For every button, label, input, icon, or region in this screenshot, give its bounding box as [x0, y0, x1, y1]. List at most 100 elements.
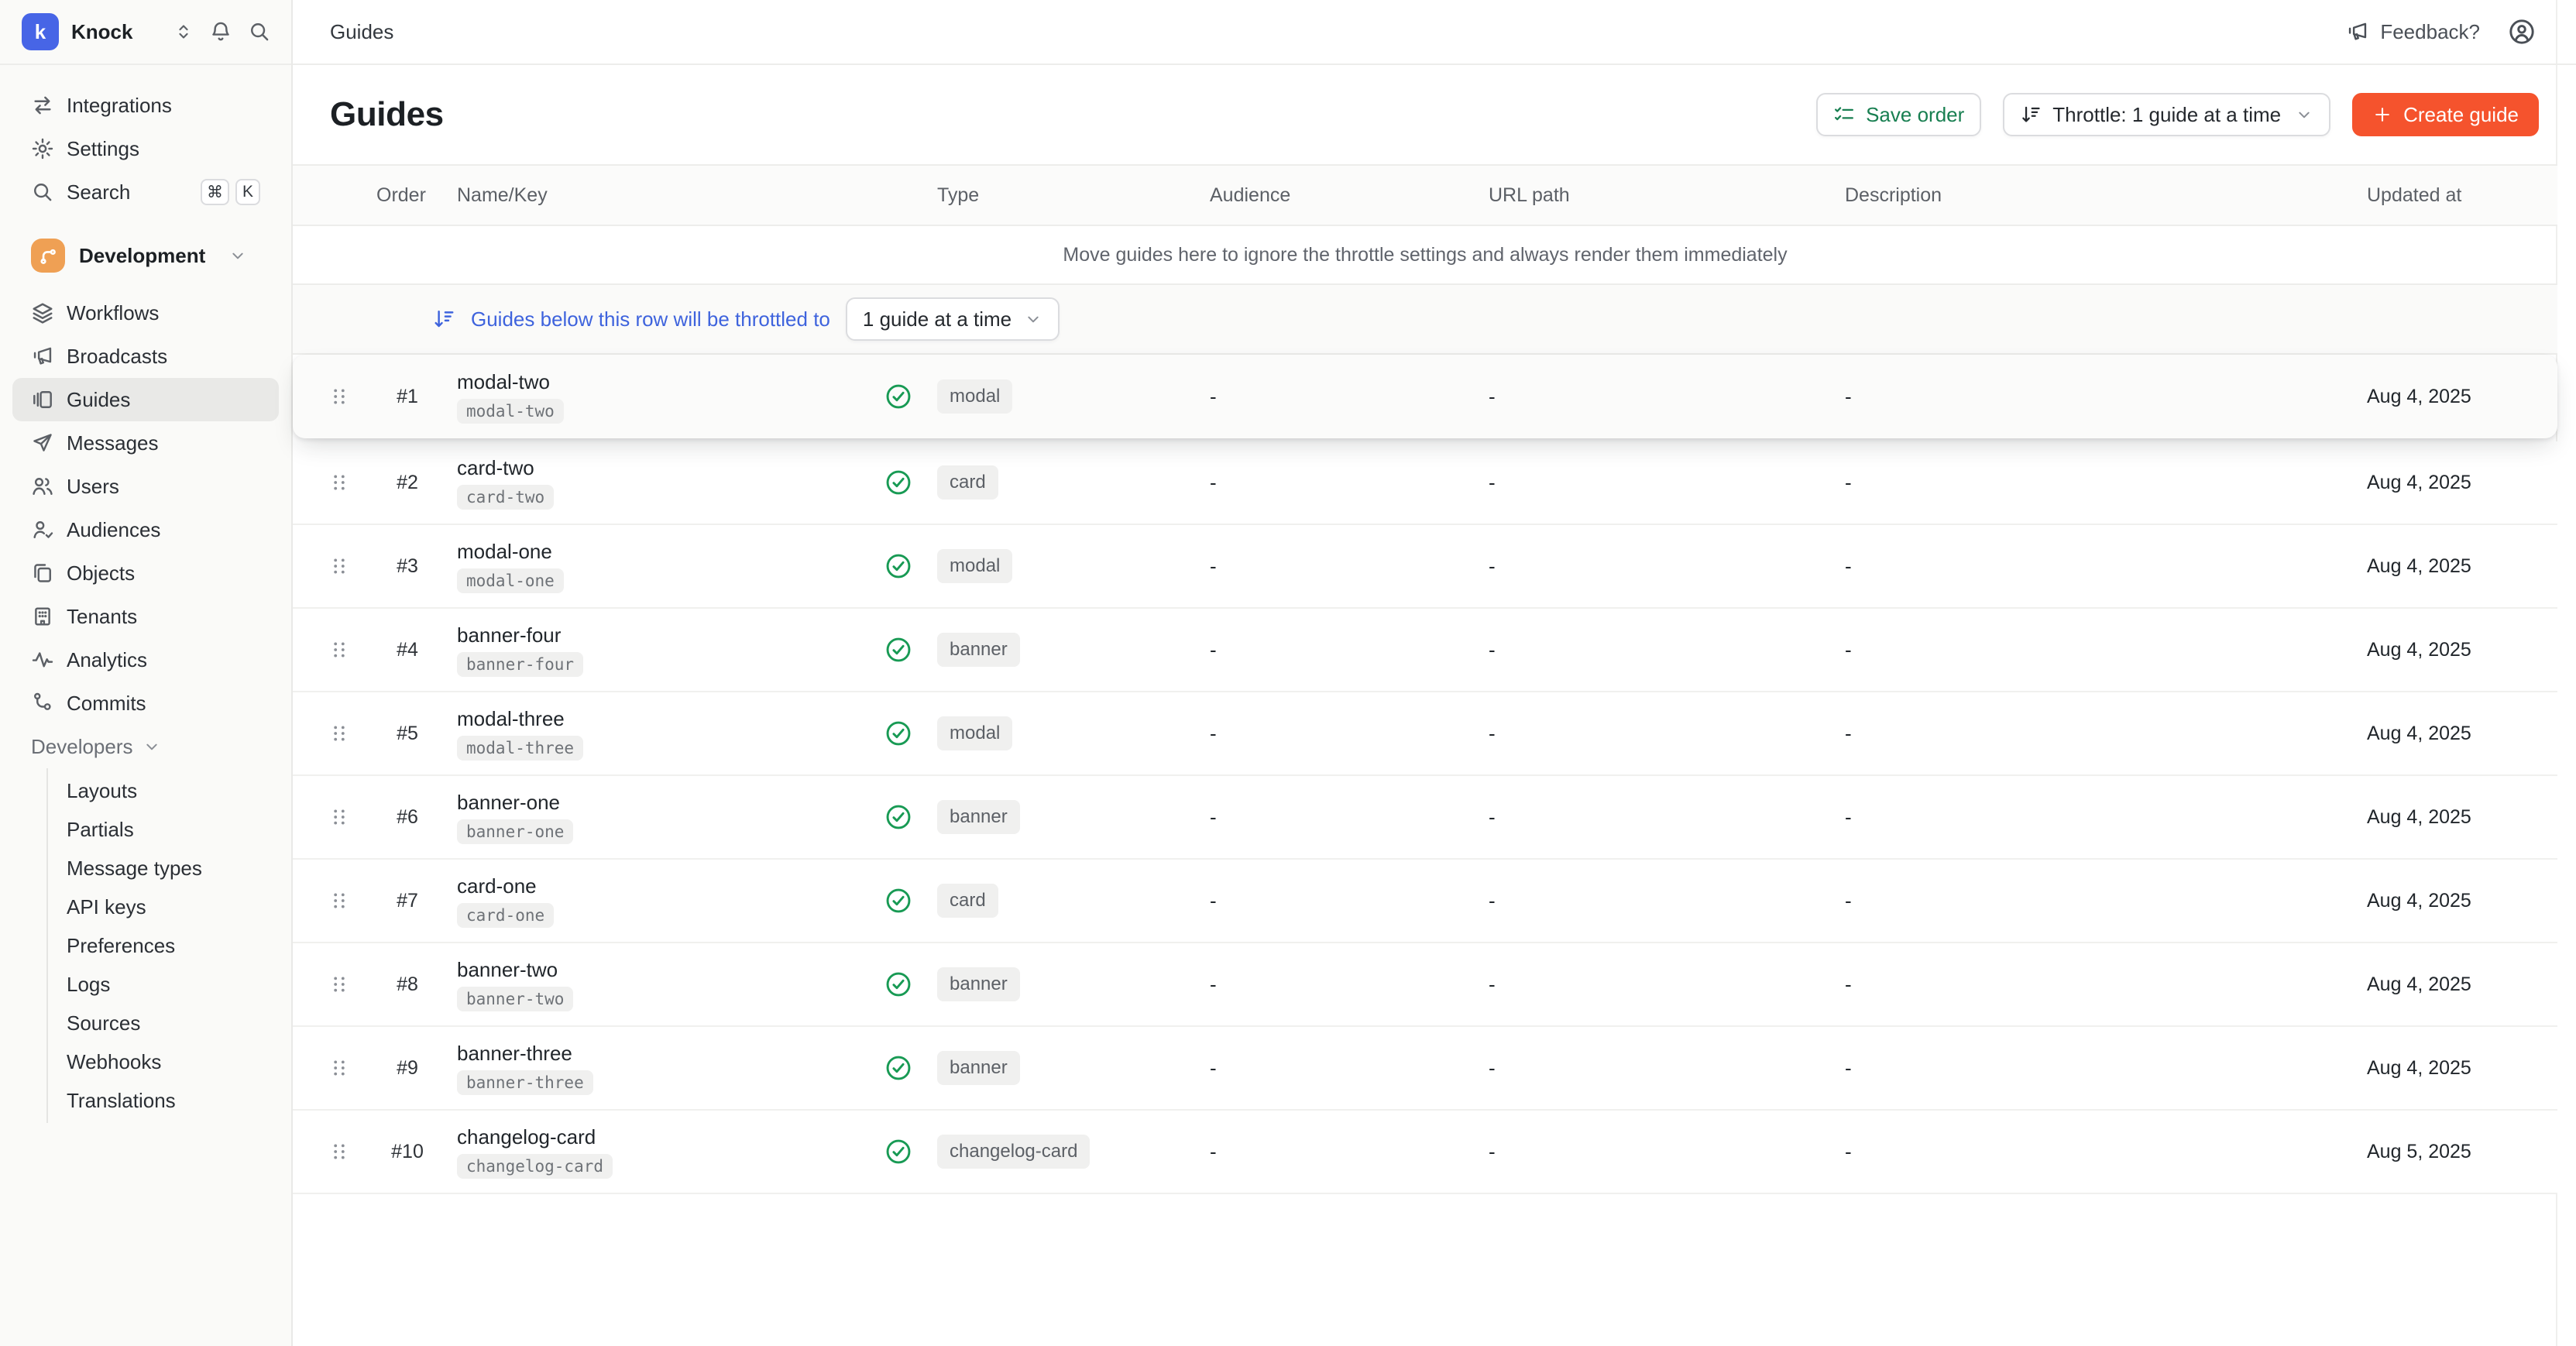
sidebar-item[interactable]: Broadcasts [12, 335, 279, 378]
sidebar-item[interactable]: Analytics [12, 638, 279, 682]
sidebar-item[interactable]: Tenants [12, 595, 279, 638]
sidebar-subitem[interactable]: API keys [48, 888, 291, 926]
guide-order: #8 [367, 973, 448, 996]
sidebar-item[interactable]: Users [12, 465, 279, 508]
guide-type-badge: banner [937, 1051, 1020, 1085]
sidebar: k Knock Integrations Settings [0, 0, 293, 1346]
guide-row[interactable]: #6 banner-one banner-one banner - - - Au… [293, 776, 2557, 860]
throttle-amount-dropdown[interactable]: 1 guide at a time [846, 297, 1060, 341]
guide-key-badge: modal-one [457, 568, 564, 593]
guide-description: - [1836, 1056, 2354, 1080]
sidebar-item[interactable]: Messages [12, 421, 279, 465]
feedback-button[interactable]: Feedback? [2346, 20, 2480, 44]
throttle-divider-row: Guides below this row will be throttled … [293, 285, 2557, 355]
guide-audience: - [1200, 973, 1479, 997]
sidebar-item-label: Workflows [67, 301, 159, 325]
sidebar-subitem[interactable]: Webhooks [48, 1042, 291, 1081]
sidebar-nav-env: Workflows Broadcasts Guides Messages [0, 282, 291, 725]
guide-updated-at: Aug 4, 2025 [2354, 555, 2557, 578]
shortcut-key: ⌘ [201, 179, 229, 205]
drag-handle-icon[interactable] [327, 1056, 352, 1080]
sidebar-subitem[interactable]: Logs [48, 965, 291, 1004]
table-header-row: Order Name/Key Type Audience URL path De… [293, 164, 2557, 226]
drag-handle-icon[interactable] [327, 1139, 352, 1164]
environment-switcher[interactable]: Development [12, 229, 279, 282]
throttle-dropdown-button[interactable]: Throttle: 1 guide at a time [2003, 93, 2330, 136]
chevron-down-icon [1024, 310, 1042, 328]
create-guide-button[interactable]: Create guide [2352, 93, 2539, 136]
guide-updated-at: Aug 4, 2025 [2354, 472, 2557, 494]
guide-audience: - [1200, 889, 1479, 913]
guide-url-path: - [1479, 1056, 1836, 1080]
column-header-url-path: URL path [1479, 184, 1836, 207]
sidebar-subitem[interactable]: Partials [48, 810, 291, 849]
sidebar-item[interactable]: Objects [12, 551, 279, 595]
sidebar-item[interactable]: Guides [12, 378, 279, 421]
guide-name: banner-two [457, 958, 558, 982]
guide-description: - [1836, 722, 2354, 746]
column-header-order: Order [367, 184, 448, 207]
drag-handle-icon[interactable] [327, 972, 352, 997]
drag-handle-icon[interactable] [327, 470, 352, 495]
audiences-icon [31, 518, 54, 541]
environment-label: Development [79, 244, 205, 268]
sidebar-subitem[interactable]: Translations [48, 1081, 291, 1120]
sidebar-item[interactable]: Search ⌘K [12, 170, 279, 214]
drag-handle-icon[interactable] [327, 384, 352, 409]
guide-updated-at: Aug 5, 2025 [2354, 1141, 2557, 1163]
guide-key-badge: modal-two [457, 399, 564, 424]
sidebar-item[interactable]: Workflows [12, 291, 279, 335]
sidebar-subitem[interactable]: Preferences [48, 926, 291, 965]
guide-name: banner-one [457, 791, 560, 815]
guide-key-badge: card-one [457, 903, 554, 928]
sidebar-item-label: Objects [67, 561, 135, 585]
guide-key-badge: changelog-card [457, 1154, 613, 1179]
avatar-icon[interactable] [2508, 18, 2536, 46]
guide-row[interactable]: #1 modal-two modal-two modal - - - Aug 4… [293, 355, 2557, 438]
drag-handle-icon[interactable] [327, 637, 352, 662]
notifications-bell-icon[interactable] [209, 20, 232, 43]
guide-row[interactable]: #9 banner-three banner-three banner - - … [293, 1027, 2557, 1111]
guide-row[interactable]: #5 modal-three modal-three modal - - - A… [293, 692, 2557, 776]
header-search-icon[interactable] [248, 20, 271, 43]
developers-subnav: Layouts Partials Message types API keys … [46, 768, 291, 1123]
guide-updated-at: Aug 4, 2025 [2354, 890, 2557, 912]
sidebar-subitem[interactable]: Message types [48, 849, 291, 888]
workspace-switcher-icon[interactable] [173, 22, 194, 42]
chevron-down-icon [228, 246, 247, 265]
column-header-description: Description [1836, 184, 2354, 207]
sidebar-item-label: Guides [67, 388, 130, 412]
sort-descending-icon [432, 307, 455, 331]
guide-description: - [1836, 1140, 2354, 1164]
sidebar-subitem-label: Sources [67, 1011, 140, 1035]
guide-row[interactable]: #2 card-two card-two card - - - Aug 4, 2… [293, 441, 2557, 525]
drag-handle-icon[interactable] [327, 805, 352, 829]
sidebar-item[interactable]: Integrations [12, 84, 279, 127]
guide-url-path: - [1479, 638, 1836, 662]
guide-row[interactable]: #10 changelog-card changelog-card change… [293, 1111, 2557, 1194]
sidebar-subitem[interactable]: Layouts [48, 771, 291, 810]
drag-handle-icon[interactable] [327, 554, 352, 579]
guide-url-path: - [1479, 805, 1836, 829]
sidebar-item-label: Tenants [67, 605, 137, 629]
app-window: k Knock Integrations Settings [0, 0, 2576, 1346]
guide-order: #4 [367, 639, 448, 661]
guide-row[interactable]: #7 card-one card-one card - - - Aug 4, 2… [293, 860, 2557, 943]
sidebar-item[interactable]: Settings [12, 127, 279, 170]
guide-row[interactable]: #8 banner-two banner-two banner - - - Au… [293, 943, 2557, 1027]
guide-updated-at: Aug 4, 2025 [2354, 973, 2557, 996]
status-check-circle-icon [884, 383, 912, 410]
guide-row[interactable]: #3 modal-one modal-one modal - - - Aug 4… [293, 525, 2557, 609]
developers-section-toggle[interactable]: Developers [0, 725, 291, 768]
status-check-circle-icon [884, 970, 912, 998]
guide-row[interactable]: #4 banner-four banner-four banner - - - … [293, 609, 2557, 692]
guide-audience: - [1200, 805, 1479, 829]
immediate-drop-zone[interactable]: Move guides here to ignore the throttle … [293, 226, 2557, 285]
drag-handle-icon[interactable] [327, 888, 352, 913]
sidebar-item[interactable]: Commits [12, 682, 279, 725]
drag-handle-icon[interactable] [327, 721, 352, 746]
sidebar-item[interactable]: Audiences [12, 508, 279, 551]
sidebar-subitem[interactable]: Sources [48, 1004, 291, 1042]
save-order-button[interactable]: Save order [1816, 93, 1981, 136]
sidebar-subitem-label: API keys [67, 895, 146, 919]
